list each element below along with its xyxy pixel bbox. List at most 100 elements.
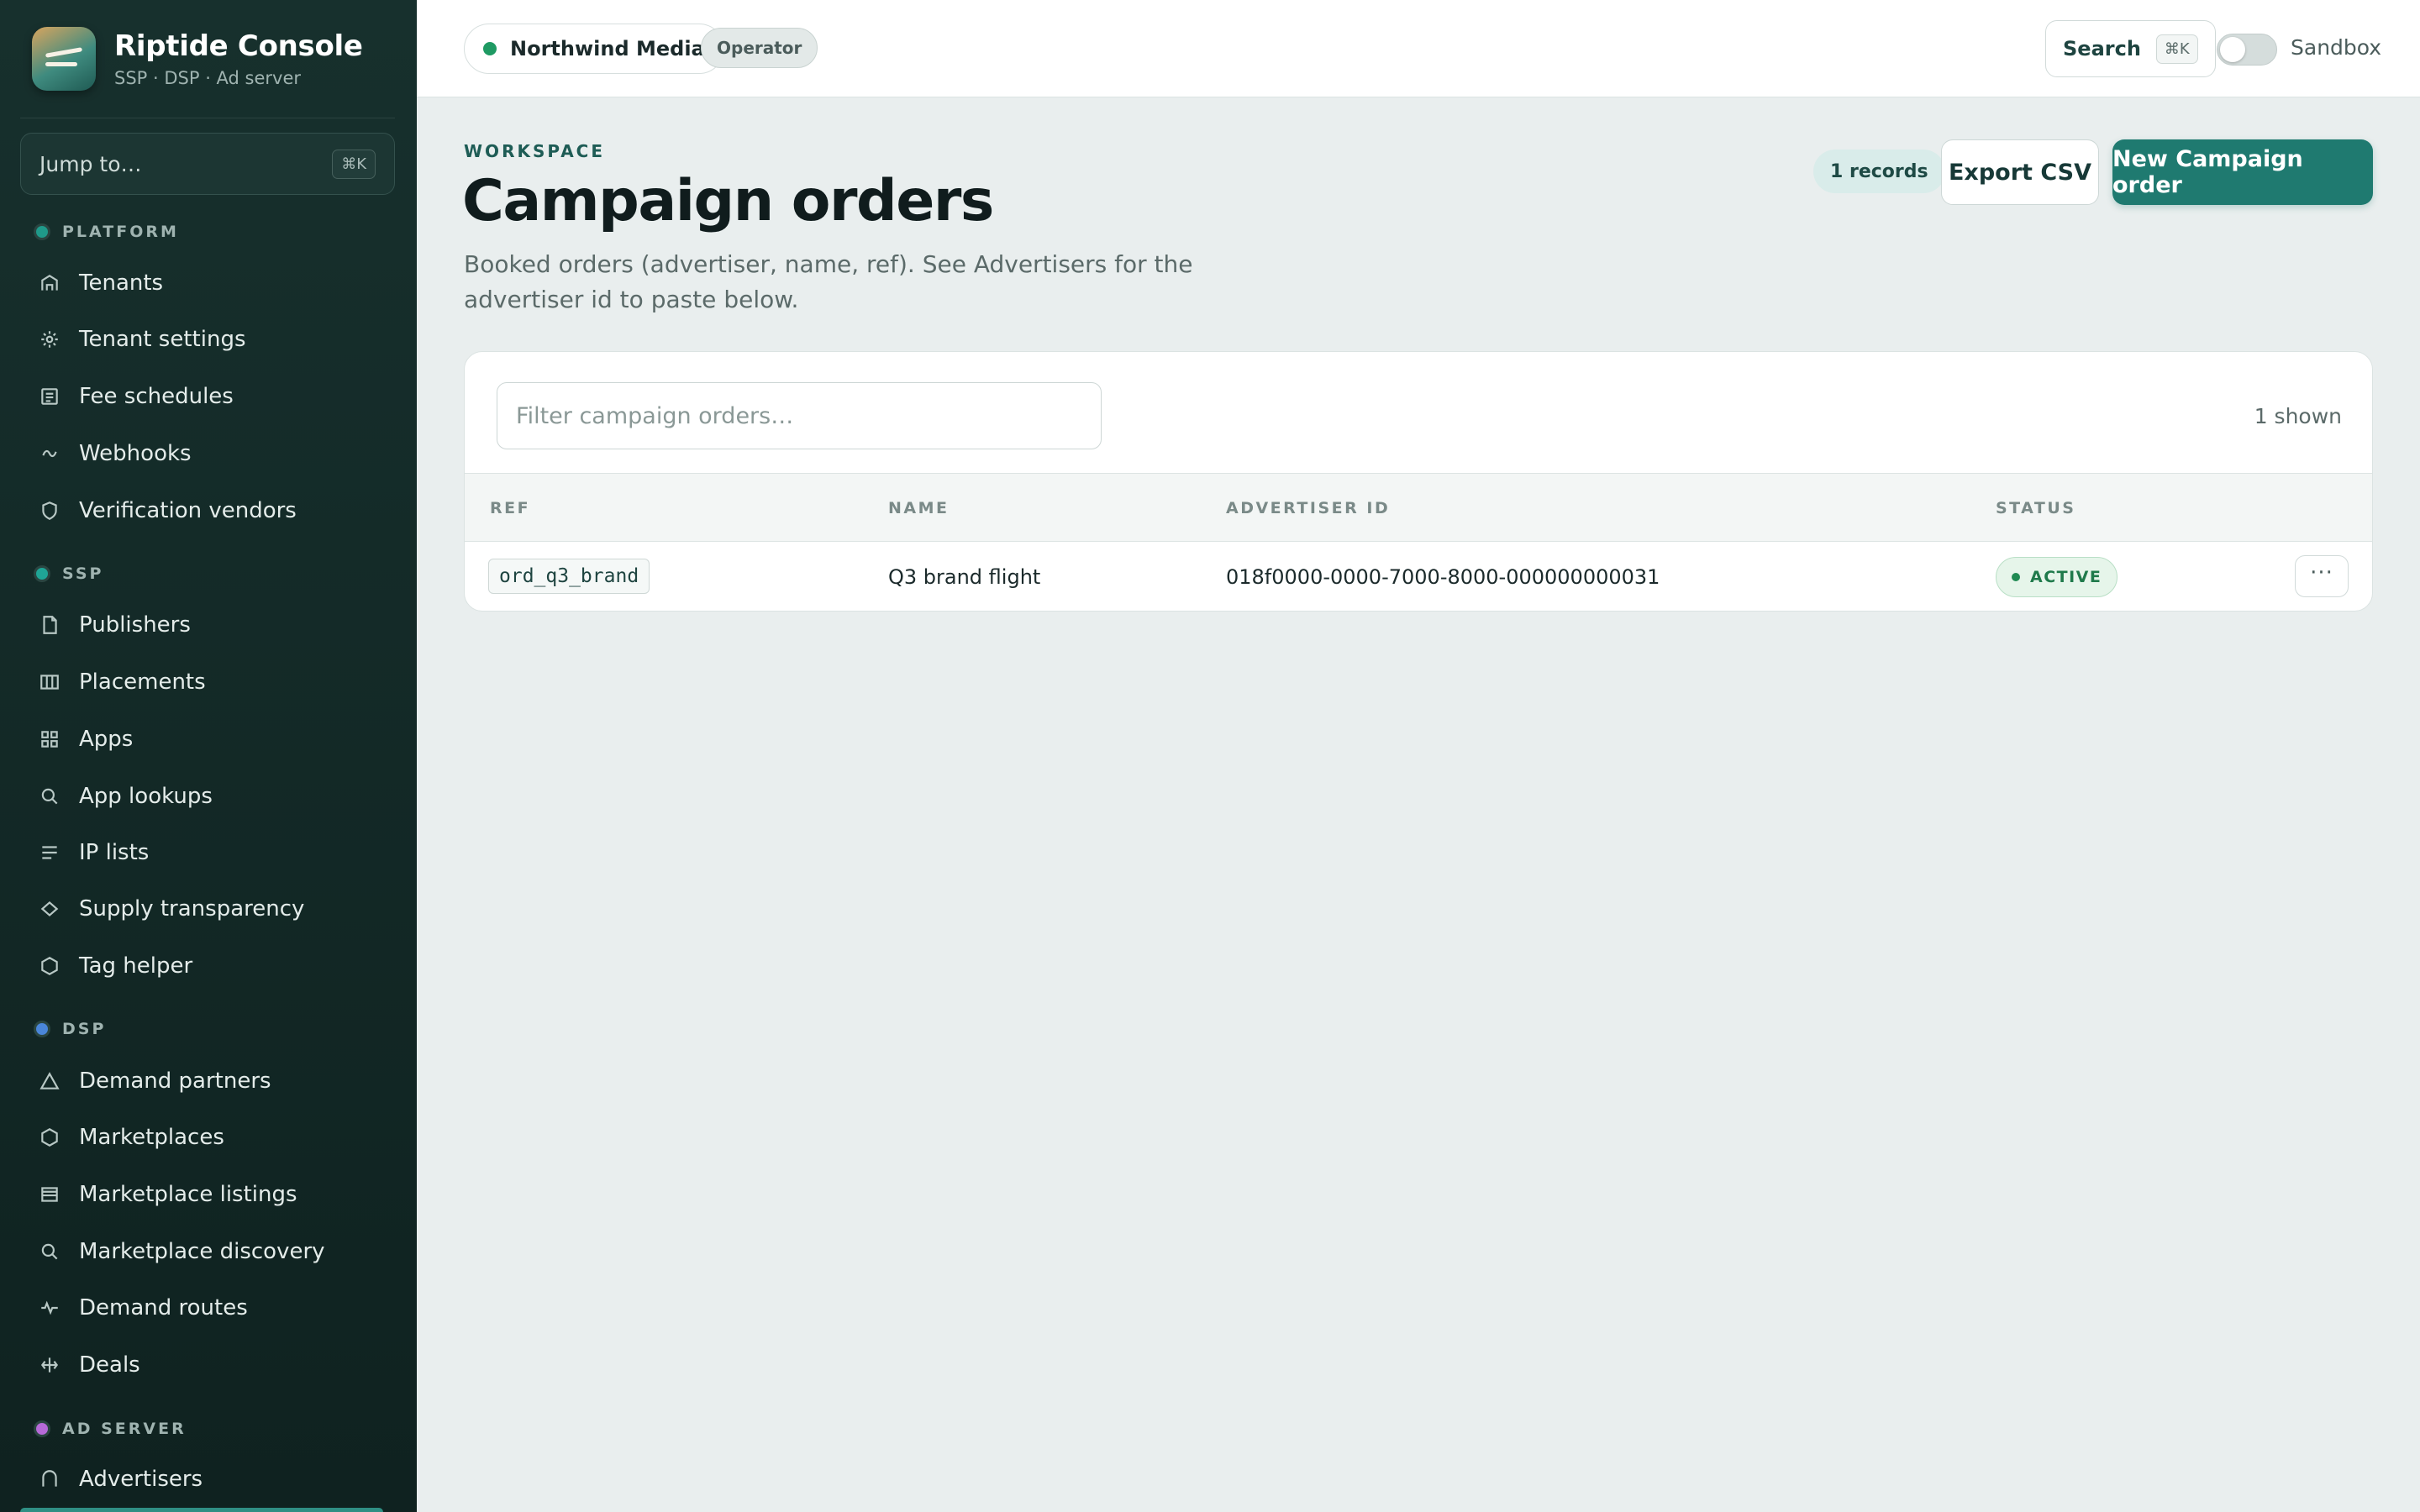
export-csv-button[interactable]: Export CSV	[1941, 139, 2099, 205]
column-header-ref[interactable]: REF	[490, 499, 530, 517]
brand[interactable]: Riptide Console SSP · DSP · Ad server	[32, 27, 363, 91]
home-icon	[35, 1465, 64, 1494]
section-label: AD SERVER	[62, 1420, 187, 1438]
more-icon: ···	[2310, 560, 2333, 585]
section-platform: PLATFORM	[34, 223, 179, 241]
tenant-status-dot-icon	[483, 42, 497, 55]
triangle-icon	[35, 1067, 64, 1095]
brand-name: Riptide Console	[114, 29, 363, 63]
sidebar-item-label: App lookups	[79, 784, 213, 809]
search-button[interactable]: Search ⌘K	[2045, 20, 2216, 77]
search-shortcut-hint: ⌘K	[2155, 34, 2198, 64]
gear-icon	[35, 325, 64, 354]
active-nav-indicator	[20, 1508, 383, 1512]
section-label: DSP	[62, 1020, 107, 1038]
section-label: SSP	[62, 564, 104, 583]
diamond-icon	[35, 895, 64, 923]
sidebar-item-tag-helper[interactable]: Tag helper	[35, 949, 192, 983]
sidebar-item-supply-transparency[interactable]: Supply transparency	[35, 892, 304, 926]
sidebar-item-ip-lists[interactable]: IP lists	[35, 836, 149, 869]
jump-to-placeholder: Jump to…	[39, 151, 142, 176]
sidebar-item-verification-vendors[interactable]: Verification vendors	[35, 494, 297, 528]
section-dot-icon	[34, 1021, 50, 1037]
search-label: Search	[2063, 37, 2141, 60]
sidebar-item-marketplace-listings[interactable]: Marketplace listings	[35, 1178, 297, 1211]
jump-shortcut-hint: ⌘K	[332, 149, 376, 179]
hexagon-icon	[35, 1123, 64, 1152]
sidebar-item-tenant-settings[interactable]: Tenant settings	[35, 323, 246, 356]
sidebar-item-publishers[interactable]: Publishers	[35, 608, 191, 642]
column-header-advertiser-id[interactable]: ADVERTISER ID	[1226, 499, 1390, 517]
handshake-icon	[35, 1351, 64, 1379]
sidebar-item-advertisers[interactable]: Advertisers	[35, 1462, 203, 1496]
status-dot-icon	[2012, 573, 2020, 581]
sidebar-item-demand-partners[interactable]: Demand partners	[35, 1064, 271, 1098]
sidebar-item-label: Fee schedules	[79, 384, 234, 409]
advertiser-id-cell: 018f0000-0000-7000-8000-000000000031	[1226, 565, 1660, 589]
tenant-switcher[interactable]: Northwind Media	[464, 24, 724, 74]
home-icon	[35, 269, 64, 297]
brand-subtitle: SSP · DSP · Ad server	[114, 68, 302, 88]
sidebar-item-demand-routes[interactable]: Demand routes	[35, 1291, 248, 1325]
sidebar-item-label: Marketplace discovery	[79, 1239, 325, 1264]
export-csv-label: Export CSV	[1948, 159, 2091, 186]
section-label: PLATFORM	[62, 223, 179, 241]
jump-to-input[interactable]: Jump to… ⌘K	[20, 133, 395, 195]
sidebar-item-label: Demand routes	[79, 1295, 248, 1320]
section-ssp: SSP	[34, 564, 103, 583]
file-icon	[35, 611, 64, 639]
sidebar-item-label: Webhooks	[79, 441, 192, 466]
name-cell: Q3 brand flight	[888, 565, 1041, 589]
sidebar-item-label: Marketplaces	[79, 1125, 224, 1150]
table-row[interactable]: ord_q3_brand Q3 brand flight 018f0000-00…	[465, 542, 2372, 611]
status-label: ACTIVE	[2030, 568, 2102, 586]
sidebar-item-webhooks[interactable]: Webhooks	[35, 437, 192, 470]
search-icon	[35, 782, 64, 811]
sidebar-item-label: Tag helper	[79, 953, 193, 979]
row-actions-button[interactable]: ···	[2295, 555, 2349, 597]
sidebar-item-label: Apps	[79, 727, 134, 752]
sidebar: Riptide Console SSP · DSP · Ad server Ju…	[0, 0, 417, 1512]
section-dot-icon	[34, 1420, 50, 1437]
filter-input[interactable]	[497, 382, 1102, 449]
ref-value: ord_q3_brand	[499, 565, 639, 587]
column-header-name[interactable]: NAME	[888, 499, 950, 517]
page-title: Campaign orders	[462, 168, 994, 234]
sidebar-item-apps[interactable]: Apps	[35, 722, 133, 756]
role-label: Operator	[717, 38, 802, 58]
sidebar-item-marketplaces[interactable]: Marketplaces	[35, 1121, 224, 1154]
webhook-icon	[35, 439, 64, 468]
sidebar-item-placements[interactable]: Placements	[35, 665, 206, 699]
table-header: REF NAME ADVERTISER ID STATUS	[465, 473, 2372, 542]
topbar: Northwind Media Operator Search ⌘K Sandb…	[417, 0, 2420, 97]
shield-icon	[35, 496, 64, 525]
sidebar-item-label: Placements	[79, 669, 206, 695]
sidebar-item-deals[interactable]: Deals	[35, 1348, 140, 1382]
sidebar-item-label: Marketplace listings	[79, 1182, 297, 1207]
ref-chip: ord_q3_brand	[488, 559, 650, 594]
sandbox-label: Sandbox	[2291, 35, 2382, 60]
sidebar-item-marketplace-discovery[interactable]: Marketplace discovery	[35, 1235, 325, 1268]
sidebar-item-label: Publishers	[79, 612, 191, 638]
section-dot-icon	[34, 223, 50, 240]
page-description: Booked orders (advertiser, name, ref). S…	[464, 250, 1193, 313]
list-icon	[35, 838, 64, 867]
sandbox-toggle[interactable]	[2217, 34, 2277, 66]
tenant-name: Northwind Media	[510, 37, 705, 60]
status-badge: ACTIVE	[1996, 557, 2118, 597]
column-header-status[interactable]: STATUS	[1996, 499, 2075, 517]
sidebar-item-label: Deals	[79, 1352, 140, 1378]
shown-count: 1 shown	[2254, 404, 2342, 428]
campaign-orders-table-card: 1 shown REF NAME ADVERTISER ID STATUS or…	[464, 351, 2373, 612]
sidebar-item-tenants[interactable]: Tenants	[35, 266, 163, 300]
new-campaign-order-label: New Campaign order	[2112, 146, 2303, 198]
sidebar-item-label: Supply transparency	[79, 896, 305, 921]
sidebar-item-fee-schedules[interactable]: Fee schedules	[35, 380, 234, 413]
listing-icon	[35, 1180, 64, 1209]
sidebar-item-app-lookups[interactable]: App lookups	[35, 780, 213, 813]
sidebar-item-label: Advertisers	[79, 1467, 203, 1492]
new-campaign-order-button[interactable]: New Campaign order	[2112, 139, 2373, 205]
sidebar-item-label: Demand partners	[79, 1068, 271, 1094]
page-eyebrow: WORKSPACE	[464, 141, 606, 161]
sidebar-item-label: Verification vendors	[79, 498, 297, 523]
